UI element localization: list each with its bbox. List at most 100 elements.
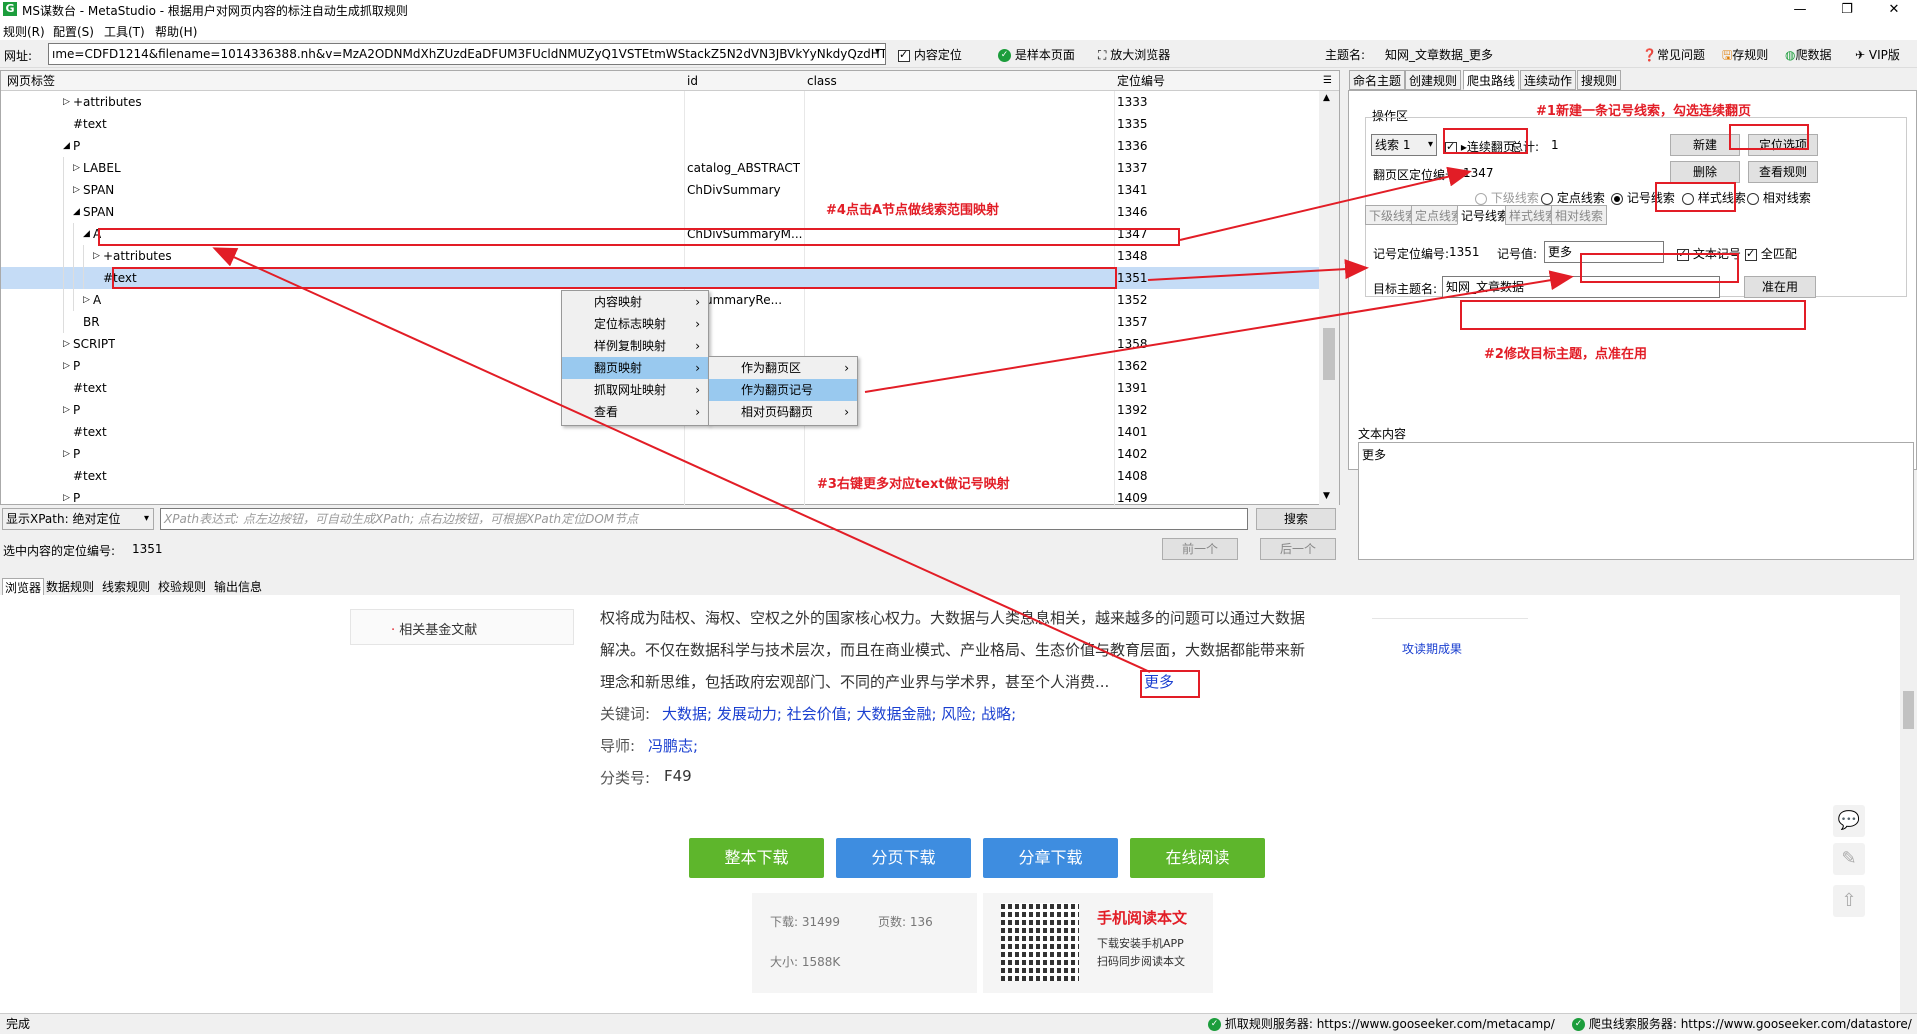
tree-node-label: +attributes xyxy=(73,95,142,109)
xpath-input[interactable]: XPath表达式: 点左边按钮，可自动生成XPath; 点右边按钮，可根据XPa… xyxy=(160,508,1248,530)
menu-help[interactable]: 帮助(H) xyxy=(155,23,197,40)
bottom-tabs: 浏览器 数据规则 线索规则 校验规则 输出信息 xyxy=(0,575,1917,597)
expand-toggle-icon[interactable]: ▷ xyxy=(63,333,70,355)
zoom-browser-button[interactable]: ⛶ 放大浏览器 xyxy=(1098,46,1170,63)
radio-relative-clue[interactable]: 相对线索 xyxy=(1747,189,1811,206)
tab-check-rules[interactable]: 校验规则 xyxy=(158,578,206,595)
tree-row[interactable]: ◢ P 1336 xyxy=(1,135,1319,157)
menu-as-paging-area[interactable]: 作为翻页区 › xyxy=(709,357,857,379)
expand-toggle-icon[interactable]: ▷ xyxy=(63,91,70,113)
delete-button[interactable]: 删除 xyxy=(1670,161,1740,183)
tree-row[interactable]: ▷ +attributes 1333 xyxy=(1,91,1319,113)
theme-name: 知网_文章数据_更多 xyxy=(1385,48,1494,62)
xpath-mode-select[interactable]: 显示XPath: 绝对定位 ▾ xyxy=(2,508,154,530)
browser-scrollbar[interactable] xyxy=(1900,595,1917,1013)
tab-output[interactable]: 输出信息 xyxy=(214,578,262,595)
prev-button[interactable]: 前一个 xyxy=(1162,538,1238,560)
tree-row[interactable]: ◢ SPAN 1346 xyxy=(1,201,1319,223)
tree-row[interactable]: #text 1408 xyxy=(1,465,1319,487)
url-input[interactable]: ıme=CDFD1214&filename=1014336388.nh&v=Mz… xyxy=(48,43,886,65)
vip-link[interactable]: ✈ VIP版 xyxy=(1855,46,1900,63)
menu-sample-copy-mapping[interactable]: 样例复制映射 › xyxy=(562,335,708,357)
minimize-button[interactable]: — xyxy=(1780,0,1820,20)
menu-bar: 规则(R) 配置(S) 工具(T) 帮助(H) xyxy=(0,20,1917,40)
close-button[interactable]: ✕ xyxy=(1874,0,1914,20)
tree-row[interactable]: #text 1335 xyxy=(1,113,1319,135)
locate-checkbox[interactable]: 内容定位 xyxy=(898,46,962,63)
page-download-button[interactable]: 分页下载 xyxy=(836,838,971,878)
tree-row[interactable]: ▷ P 1402 xyxy=(1,443,1319,465)
full-match-checkbox[interactable]: 全匹配 xyxy=(1745,245,1797,262)
tree-row[interactable]: ▷ LABEL catalog_ABSTRACT 1337 xyxy=(1,157,1319,179)
text-content-box[interactable]: 更多 xyxy=(1358,442,1914,560)
expand-toggle-icon[interactable]: ▷ xyxy=(83,289,90,311)
maximize-button[interactable]: ❐ xyxy=(1827,0,1867,20)
tutor-link[interactable]: 冯鹏志; xyxy=(648,735,698,756)
subtab-relative-clue[interactable]: 相对线索 xyxy=(1551,205,1608,225)
expand-toggle-icon[interactable]: ▷ xyxy=(63,399,70,421)
expand-toggle-icon[interactable]: ◢ xyxy=(83,223,90,245)
tab-crawl-route[interactable]: 爬虫路线 xyxy=(1463,70,1520,90)
sample-page-toggle[interactable]: ✓ 是样本页面 xyxy=(998,46,1075,63)
view-rules-button[interactable]: 查看规则 xyxy=(1748,161,1818,183)
expand-toggle-icon[interactable]: ▷ xyxy=(93,245,100,267)
radio-fixed-clue[interactable]: 定点线索 xyxy=(1541,189,1605,206)
expand-toggle-icon[interactable]: ▷ xyxy=(63,443,70,465)
crawl-data-button[interactable]: ◍爬数据 xyxy=(1785,46,1832,63)
header-menu-icon[interactable]: ☰ xyxy=(1323,71,1332,91)
chapter-download-button[interactable]: 分章下载 xyxy=(983,838,1118,878)
tab-continuous-action[interactable]: 连续动作 xyxy=(1520,70,1577,90)
keywords-links[interactable]: 大数据; 发展动力; 社会价值; 大数据金融; 风险; 战略; xyxy=(662,703,1016,724)
scroll-down-icon: ▼ xyxy=(1323,491,1330,501)
menu-paging-mapping[interactable]: 翻页映射 › xyxy=(562,357,708,379)
back-to-top-icon[interactable]: ⇧ xyxy=(1833,885,1865,917)
menu-content-mapping[interactable]: 内容映射 › xyxy=(562,291,708,313)
comment-icon[interactable]: 💬 xyxy=(1833,805,1865,837)
tree-node-label: BR xyxy=(83,315,100,329)
expand-toggle-icon[interactable]: ▷ xyxy=(73,179,80,201)
menu-rules[interactable]: 规则(R) xyxy=(3,23,45,40)
menu-as-paging-mark[interactable]: 作为翻页记号 xyxy=(709,379,857,401)
side-fund-docs[interactable]: · 相关基金文献 xyxy=(350,609,574,645)
clue-select[interactable]: 线索 1 ▾ xyxy=(1371,134,1437,156)
menu-config[interactable]: 配置(S) xyxy=(53,23,94,40)
annot-box-mark-clue xyxy=(1655,182,1736,212)
edit-icon[interactable]: ✎ xyxy=(1833,843,1865,875)
col-class[interactable]: class xyxy=(807,71,837,91)
menu-relative-page[interactable]: 相对页码翻页 › xyxy=(709,401,857,423)
save-rules-button[interactable]: 🖫存规则 xyxy=(1722,46,1768,67)
tab-name-theme[interactable]: 命名主题 xyxy=(1349,70,1406,90)
tree-row[interactable]: ▷ SPAN ChDivSummary 1341 xyxy=(1,179,1319,201)
tree-node-label: #text xyxy=(73,381,107,395)
expand-toggle-icon[interactable]: ▷ xyxy=(73,157,80,179)
expand-toggle-icon[interactable]: ▷ xyxy=(63,355,70,377)
url-dropdown-icon[interactable]: ▾ xyxy=(875,46,880,57)
tree-node-label: SPAN xyxy=(83,205,115,219)
menu-tools[interactable]: 工具(T) xyxy=(104,23,145,40)
whole-download-button[interactable]: 整本下载 xyxy=(689,838,824,878)
col-id[interactable]: id xyxy=(687,71,698,91)
expand-toggle-icon[interactable]: ◢ xyxy=(73,201,80,223)
tree-node-number: 1348 xyxy=(1117,249,1148,263)
tree-scrollbar[interactable]: ▲ ▼ xyxy=(1319,91,1339,506)
tab-search-rules[interactable]: 搜规则 xyxy=(1577,70,1622,90)
col-tag[interactable]: 网页标签 xyxy=(7,71,55,91)
next-button[interactable]: 后一个 xyxy=(1260,538,1336,560)
tab-create-rule[interactable]: 创建规则 xyxy=(1405,70,1462,90)
search-button[interactable]: 搜索 xyxy=(1256,508,1336,530)
expand-toggle-icon[interactable]: ◢ xyxy=(63,135,70,157)
radio-sub-clue[interactable]: 下级线索 xyxy=(1475,189,1539,206)
tab-data-rules[interactable]: 数据规则 xyxy=(46,578,94,595)
apply-button[interactable]: 准在用 xyxy=(1744,276,1816,298)
selected-number-label: 选中内容的定位编号: xyxy=(3,544,116,558)
faq-link[interactable]: ❓常见问题 xyxy=(1642,46,1705,63)
menu-locate-mapping[interactable]: 定位标志映射 › xyxy=(562,313,708,335)
menu-url-mapping[interactable]: 抓取网址映射 › xyxy=(562,379,708,401)
browser-view: · 相关基金文献 权将成为陆权、海权、空权之外的国家核心权力。大数据与人类息息相… xyxy=(0,595,1917,1013)
menu-view[interactable]: 查看 › xyxy=(562,401,708,423)
read-online-button[interactable]: 在线阅读 xyxy=(1130,838,1265,878)
tree-row[interactable]: ▷ +attributes 1348 xyxy=(1,245,1319,267)
tab-clue-rules[interactable]: 线索规则 xyxy=(102,578,150,595)
col-number[interactable]: 定位编号 xyxy=(1117,71,1165,91)
achievements-link[interactable]: 攻读期成果 xyxy=(1402,640,1462,657)
